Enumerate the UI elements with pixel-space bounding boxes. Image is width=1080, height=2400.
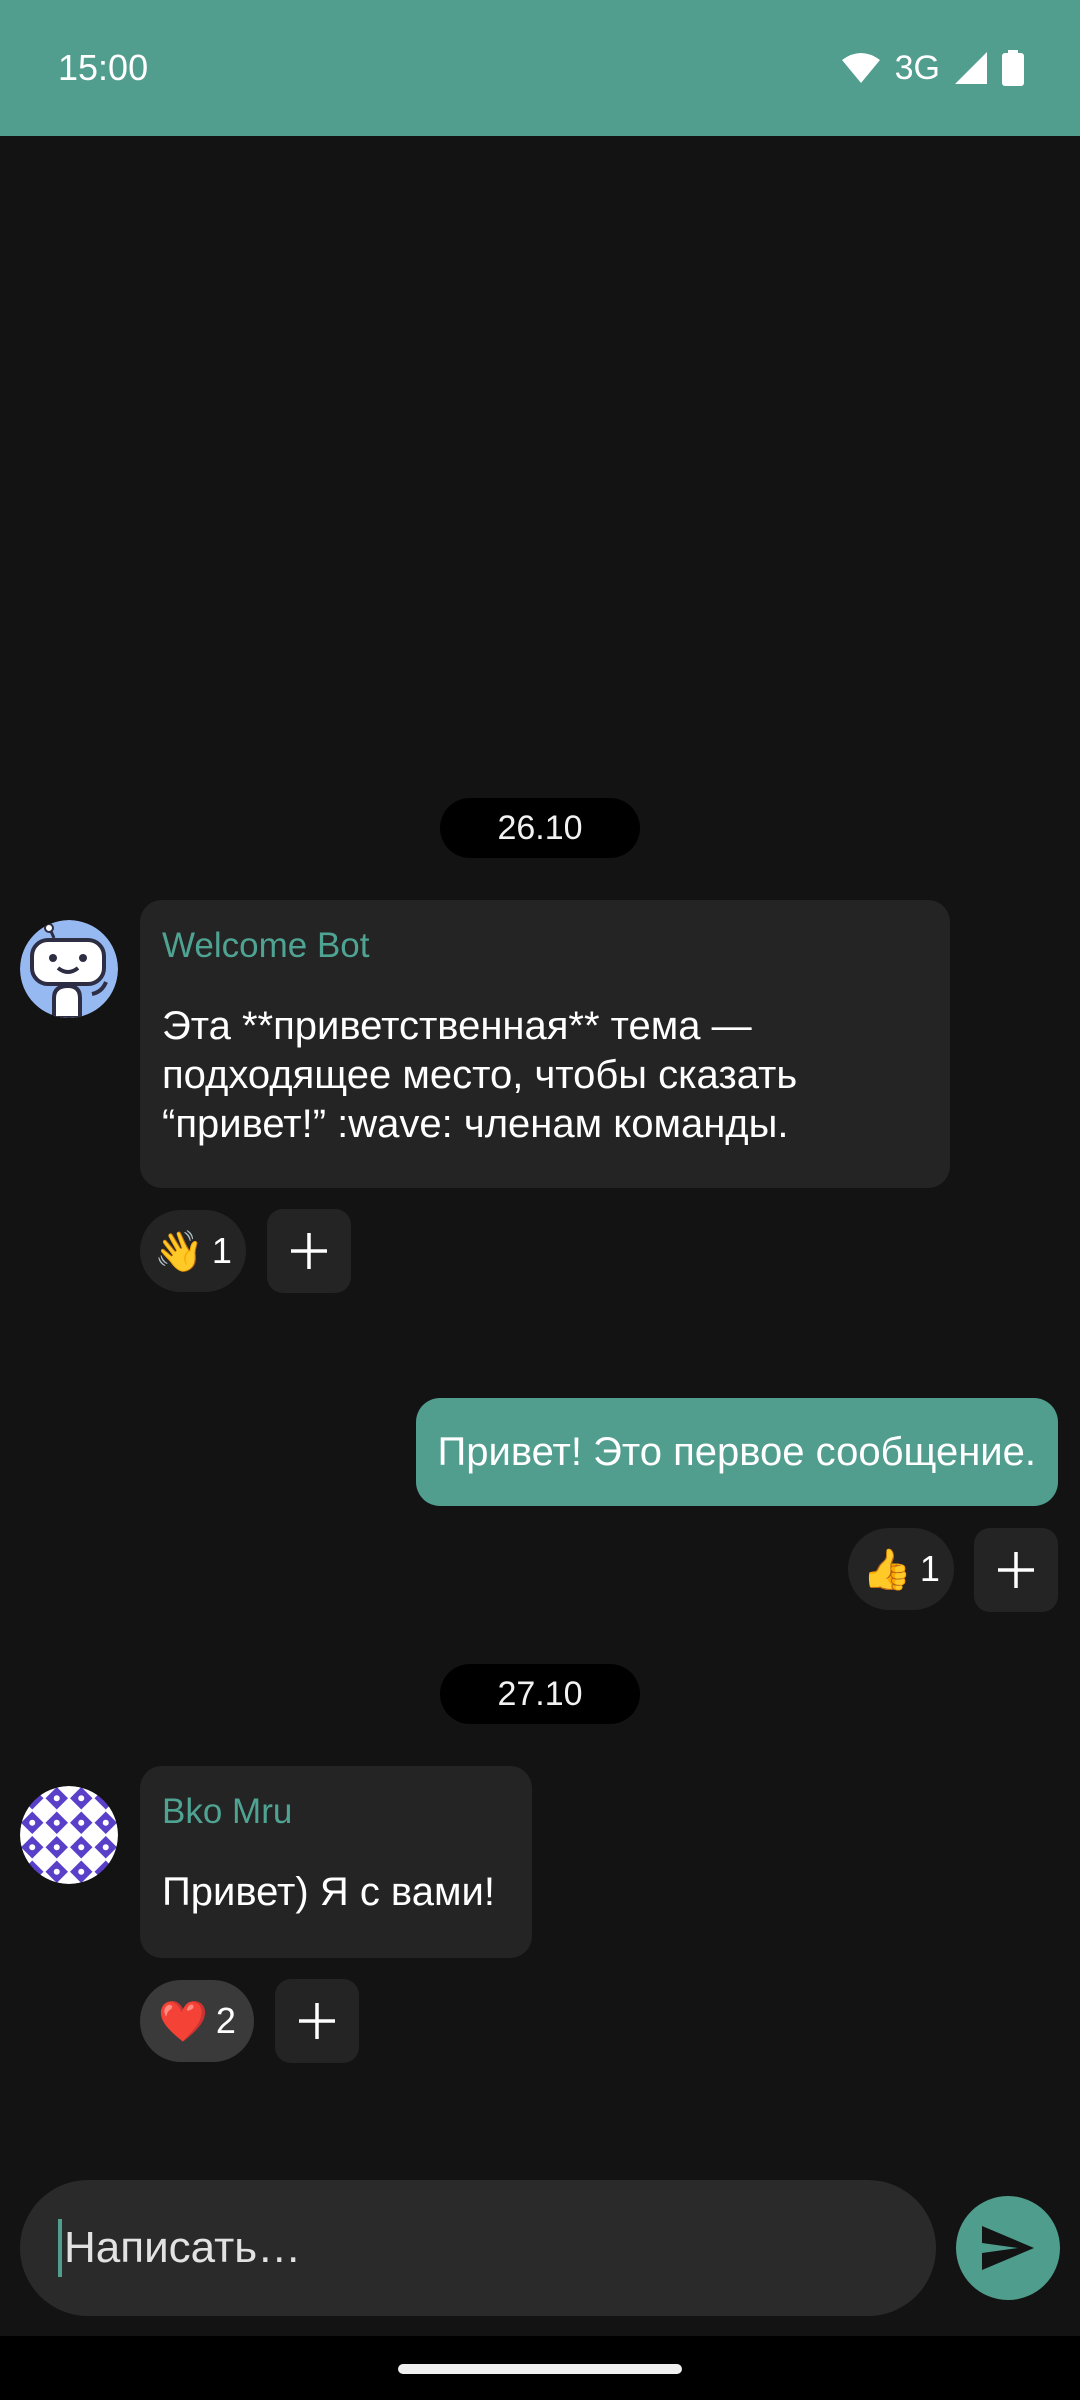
message-bubble[interactable]: Bko Mru Привет) Я с вами! [140, 1766, 532, 1958]
message-composer[interactable] [20, 2180, 936, 2316]
plus-icon [299, 2003, 335, 2039]
pattern-avatar-icon[interactable] [20, 1786, 118, 1884]
wave-emoji-icon: 👋 [154, 1229, 204, 1274]
reaction-count: 2 [215, 2000, 236, 2041]
reaction-chip[interactable]: 👍 1 [848, 1528, 954, 1610]
sender-name[interactable]: Welcome Bot [162, 926, 928, 966]
reaction-chip[interactable]: 👋 1 [140, 1210, 246, 1292]
status-time: 15:00 [58, 47, 149, 88]
reaction-count: 1 [919, 1548, 940, 1589]
reaction-count: 1 [211, 1230, 232, 1271]
date-separator: 26.10 [440, 798, 640, 858]
status-bar: 15:00 3G [0, 0, 1080, 136]
message-text: Привет) Я с вами! [162, 1870, 495, 1914]
outgoing-message-bubble[interactable]: Привет! Это первое сообщение. [415, 1398, 1058, 1506]
message-list[interactable]: 26.10 Welcome Bot Эта **приветственная**… [0, 136, 1080, 2336]
home-indicator[interactable] [398, 2364, 682, 2374]
robot-avatar-icon[interactable] [20, 920, 118, 1018]
battery-icon [1002, 50, 1024, 86]
status-icons: 3G [841, 49, 1024, 88]
navigation-bar [0, 2336, 1080, 2400]
plus-icon [998, 1552, 1034, 1588]
wifi-icon [841, 52, 881, 84]
add-reaction-button[interactable] [267, 1209, 351, 1293]
network-type: 3G [894, 48, 940, 87]
message-text: Эта **приветственная** тема — подходящее… [162, 1004, 798, 1146]
plus-icon [291, 1233, 327, 1269]
send-icon [982, 2226, 1034, 2270]
date-separator: 27.10 [440, 1664, 640, 1724]
add-reaction-button[interactable] [974, 1528, 1058, 1612]
message-bubble[interactable]: Welcome Bot Эта **приветственная** тема … [140, 900, 950, 1188]
send-button[interactable] [956, 2196, 1060, 2300]
text-cursor [58, 2219, 62, 2277]
message-text: Привет! Это первое сообщение. [437, 1429, 1037, 1474]
sender-name[interactable]: Bko Mru [162, 1792, 510, 1832]
message-input[interactable] [64, 2223, 884, 2273]
signal-icon [954, 51, 988, 85]
reaction-chip[interactable]: ❤️ 2 [140, 1980, 254, 2062]
thumbs-up-emoji-icon: 👍 [862, 1547, 912, 1592]
heart-emoji-icon: ❤️ [158, 1999, 208, 2044]
add-reaction-button[interactable] [275, 1979, 359, 2063]
